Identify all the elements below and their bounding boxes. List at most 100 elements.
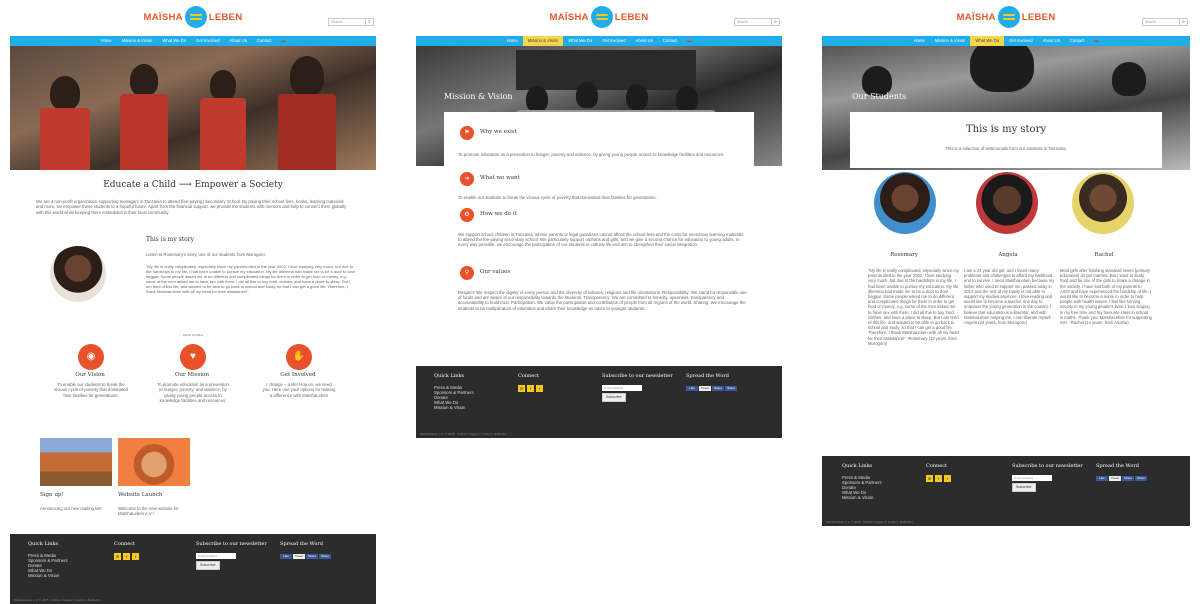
- news-image-signup[interactable]: [40, 438, 112, 486]
- twitter-icon[interactable]: t: [944, 475, 951, 482]
- email-icon[interactable]: ✉: [518, 385, 525, 392]
- subscribe-button[interactable]: Subscribe: [1012, 483, 1036, 492]
- flag-icon[interactable]: ▬: [276, 36, 290, 46]
- nav-contact[interactable]: Contact: [252, 36, 276, 46]
- nav-mission[interactable]: Mission & Vision: [930, 36, 971, 46]
- nav-about[interactable]: About Us: [631, 36, 658, 46]
- logo[interactable]: MAÏSHA LEBEN: [10, 6, 376, 32]
- nav-home[interactable]: Home: [502, 36, 523, 46]
- share-button[interactable]: Share: [1135, 476, 1147, 481]
- facebook-icon[interactable]: f: [935, 475, 942, 482]
- search-icon[interactable]: ⌕: [1180, 18, 1188, 26]
- footer-subscribe-title: Subscribe to our newsletter: [196, 541, 267, 547]
- share-button[interactable]: Share: [725, 386, 737, 391]
- value-title: How we do it: [480, 211, 517, 217]
- student-name: Angela: [998, 252, 1018, 258]
- value-title: Our values: [480, 269, 511, 275]
- search-box[interactable]: Search... ⌕: [1142, 18, 1188, 26]
- logo-right-text: LEBEN: [1021, 11, 1056, 23]
- search-input[interactable]: Search...: [734, 18, 772, 26]
- tweet-button[interactable]: Tweet: [293, 554, 305, 559]
- feature-text: To promote education as a prevention to …: [157, 382, 229, 404]
- rachel-photo: [1072, 172, 1134, 234]
- search-icon[interactable]: ⌕: [772, 18, 780, 26]
- share-button[interactable]: Share: [712, 386, 724, 391]
- nav-get-involved[interactable]: Get Involved: [191, 36, 225, 46]
- nav-contact[interactable]: Contact: [1065, 36, 1089, 46]
- subscribe-button[interactable]: Subscribe: [196, 561, 220, 570]
- nav-mission[interactable]: Mission & Vision: [117, 36, 158, 46]
- flag-icon[interactable]: ▬: [1089, 36, 1103, 46]
- student-name: Rachel: [1094, 252, 1114, 258]
- news-image-launch[interactable]: [118, 438, 190, 486]
- value-title: What we want: [480, 175, 520, 181]
- nav-contact[interactable]: Contact: [658, 36, 682, 46]
- story-text: "My life is really complicated, especial…: [146, 264, 356, 294]
- footer-link[interactable]: Mission & Vision: [434, 405, 474, 410]
- copyright: MaïshaLeben e.V. © 2015 · Kitchen Images…: [826, 520, 913, 524]
- nav-about[interactable]: About Us: [1038, 36, 1065, 46]
- footer-quick-title: Quick Links: [842, 463, 873, 469]
- flag-icon[interactable]: ▬: [682, 36, 696, 46]
- story-lead: Listen to Rosemary's story, one of our s…: [146, 252, 266, 257]
- read-more-link[interactable]: READ MORE ▸: [10, 333, 376, 337]
- nav-what-we-do[interactable]: What We Do: [157, 36, 191, 46]
- page-title: This is my story: [965, 124, 1047, 135]
- nav-what-we-do[interactable]: What We Do: [563, 36, 597, 46]
- email-icon[interactable]: ✉: [926, 475, 933, 482]
- email-icon[interactable]: ✉: [114, 553, 121, 560]
- nav-mission[interactable]: Mission & Vision: [522, 36, 564, 46]
- share-button[interactable]: Share: [1122, 476, 1134, 481]
- gear-icon: ⚙: [460, 208, 474, 222]
- news-title[interactable]: Website Launch: [118, 492, 162, 498]
- students-page: MAÏSHA LEBEN Search... ⌕ Home Mission & Vi…: [822, 0, 1190, 526]
- search-input[interactable]: Search...: [1142, 18, 1180, 26]
- hero-title: Mission & Vision: [444, 92, 513, 101]
- like-button[interactable]: Like: [280, 554, 292, 559]
- footer-spread-title: Spread the Word: [280, 541, 323, 547]
- search-box[interactable]: Search... ⌕: [328, 18, 374, 26]
- logo-mark-icon: [184, 6, 207, 28]
- nav-what-we-do[interactable]: What We Do: [970, 36, 1005, 46]
- main-nav: Home Mission & Vision What We Do Get Inv…: [822, 36, 1190, 46]
- nav-home[interactable]: Home: [909, 36, 930, 46]
- search-input[interactable]: Search...: [328, 18, 366, 26]
- feature-text: To enable our students to break the vici…: [54, 382, 128, 398]
- thumbs-up-icon: ✋: [286, 344, 312, 370]
- tweet-button[interactable]: Tweet: [1109, 476, 1121, 481]
- footer-spread-title: Spread the Word: [686, 373, 729, 379]
- footer-quick-title: Quick Links: [28, 541, 59, 547]
- twitter-icon[interactable]: t: [536, 385, 543, 392]
- nav-get-involved[interactable]: Get Involved: [1004, 36, 1038, 46]
- footer-subscribe-title: Subscribe to our newsletter: [1012, 463, 1083, 469]
- share-button[interactable]: Share: [319, 554, 331, 559]
- share-button[interactable]: Share: [306, 554, 318, 559]
- news-title[interactable]: Sign up!: [40, 492, 64, 498]
- feature-title: Our Mission: [174, 372, 210, 378]
- search-icon[interactable]: ⌕: [366, 18, 374, 26]
- search-box[interactable]: Search... ⌕: [734, 18, 780, 26]
- nav-home[interactable]: Home: [96, 36, 117, 46]
- like-button[interactable]: Like: [686, 386, 698, 391]
- news-text: Welcome to the new website for MaïshaLeb…: [118, 506, 179, 517]
- logo[interactable]: MAÏSHA LEBEN: [416, 6, 782, 32]
- value-text: Respect: We respect the dignity of every…: [458, 290, 747, 311]
- facebook-icon[interactable]: f: [527, 385, 534, 392]
- facebook-icon[interactable]: f: [123, 553, 130, 560]
- newsletter-email-input[interactable]: Email Address: [602, 385, 642, 391]
- nav-get-involved[interactable]: Get Involved: [597, 36, 631, 46]
- student-story: I am a 24 year old girl, and I faced man…: [964, 268, 1055, 326]
- logo[interactable]: MAÏSHA LEBEN: [822, 6, 1190, 32]
- newsletter-email-input[interactable]: Email Address: [196, 553, 236, 559]
- feature-title: Get Involved: [280, 372, 316, 378]
- flag-icon: ⚑: [460, 126, 474, 140]
- intro-text: We are a non-profit organization support…: [36, 199, 347, 215]
- twitter-icon[interactable]: t: [132, 553, 139, 560]
- tweet-button[interactable]: Tweet: [699, 386, 711, 391]
- subscribe-button[interactable]: Subscribe: [602, 393, 626, 402]
- footer-link[interactable]: Mission & Vision: [842, 495, 882, 500]
- newsletter-email-input[interactable]: Email Address: [1012, 475, 1052, 481]
- footer-link[interactable]: Mission & Vision: [28, 573, 68, 578]
- like-button[interactable]: Like: [1096, 476, 1108, 481]
- nav-about[interactable]: About Us: [225, 36, 252, 46]
